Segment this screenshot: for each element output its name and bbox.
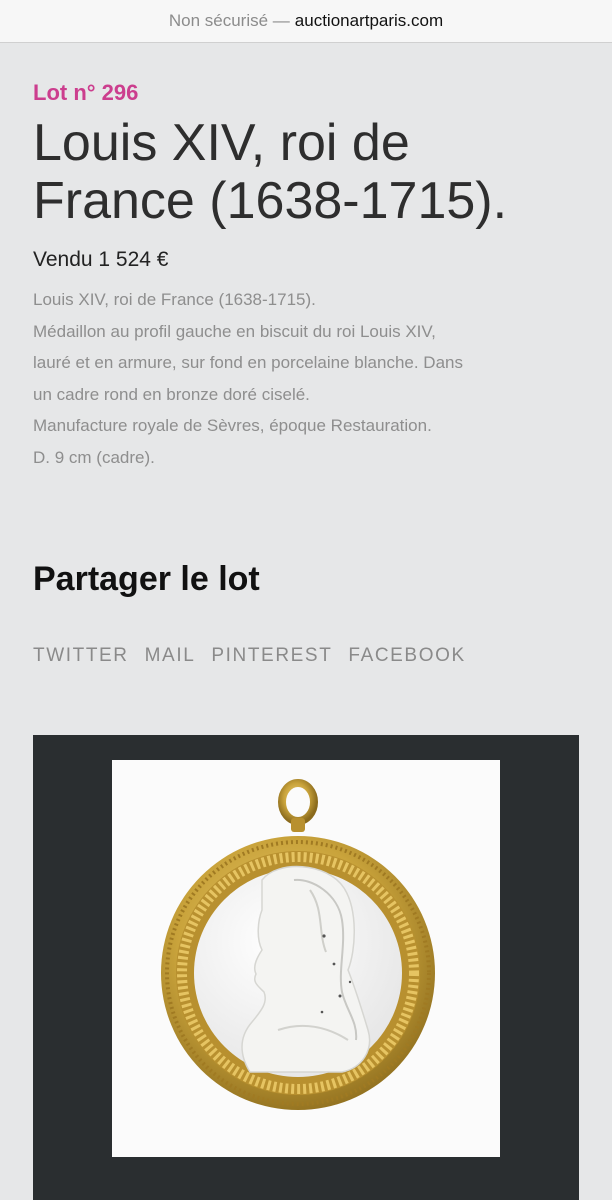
site-domain[interactable]: auctionartparis.com — [295, 11, 443, 31]
description-line: un cadre rond en bronze doré ciselé. — [33, 384, 310, 404]
lot-title: Louis XIV, roi de France (1638-1715). — [33, 114, 593, 230]
lot-number: Lot n° 296 — [33, 80, 139, 105]
lot-photo[interactable] — [112, 760, 500, 1157]
browser-address-bar[interactable]: Non sécurisé — auctionartparis.com — [0, 0, 612, 43]
share-facebook-link[interactable]: FACEBOOK — [348, 645, 465, 667]
description-line: Médaillon au profil gauche en biscuit du… — [33, 321, 436, 341]
lot-description: Louis XIV, roi de France (1638-1715). Mé… — [33, 284, 578, 473]
lot-details: Lot n° 296 Louis XIV, roi de France (163… — [33, 78, 593, 473]
description-line: D. 9 cm (cadre). — [33, 447, 155, 467]
lot-title-line: France (1638-1715). — [33, 172, 508, 230]
sold-price: Vendu 1 524 € — [33, 248, 169, 271]
lot-image-container[interactable] — [33, 735, 579, 1200]
description-line: Manufacture royale de Sèvres, époque Res… — [33, 416, 432, 435]
share-heading: Partager le lot — [33, 560, 260, 598]
lot-title-line: Louis XIV, roi de — [33, 114, 410, 172]
share-twitter-link[interactable]: TWITTER — [33, 645, 129, 667]
description-line: lauré et en armure, sur fond en porcelai… — [33, 353, 463, 372]
medallion-image — [161, 779, 435, 1110]
description-line: Louis XIV, roi de France (1638-1715). — [33, 290, 316, 309]
share-mail-link[interactable]: MAIL — [145, 645, 196, 667]
share-links: TWITTER MAIL PINTEREST FACEBOOK — [33, 645, 466, 667]
share-pinterest-link[interactable]: PINTEREST — [211, 645, 332, 667]
security-indicator: Non sécurisé — — [168, 11, 290, 30]
